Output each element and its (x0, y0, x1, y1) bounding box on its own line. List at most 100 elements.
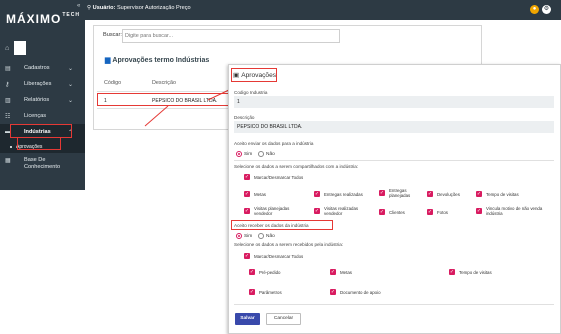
radio-label: Sim (244, 233, 253, 239)
highlight-receive-label (231, 220, 333, 230)
chart-icon: ▥ (5, 97, 11, 104)
receive-item-tempo-visitas[interactable]: ✓ Tempo de visitas (449, 269, 492, 275)
field-code[interactable]: 1 (234, 96, 554, 108)
send-item-entregas-realizadas[interactable]: ✓ Entregas realizadas (314, 191, 363, 197)
chevron-down-icon: ⌄ (68, 97, 74, 104)
bullet-icon (10, 145, 12, 148)
receive-radio-no[interactable]: Não (258, 233, 275, 239)
logo-suffix: TECH (62, 12, 80, 18)
license-icon: ☷ (5, 113, 11, 120)
sidebar-item-liberacoes[interactable]: ⚷ Liberações ⌄ (0, 76, 85, 92)
collapse-icon[interactable]: « (77, 3, 80, 9)
checkbox-checked-icon: ✓ (244, 253, 250, 259)
sidebar-item-licencas[interactable]: ☷ Licenças (0, 108, 85, 124)
receive-radio-yes[interactable]: Sim (236, 233, 252, 239)
send-item-clientes[interactable]: ✓ Clientes (379, 209, 405, 215)
send-item-visitas-planejadas[interactable]: ✓ Visitas planejadas vendedor (244, 206, 304, 216)
sidebar-item-base-conhecimento[interactable]: ▦ Base De Conhecimento (0, 153, 85, 179)
checkbox-checked-icon: ✓ (249, 269, 255, 275)
checkbox-label: Tempo de visitas (486, 191, 519, 197)
sidebar-item-label: Relatórios (24, 97, 50, 103)
highlight-industrias (10, 124, 72, 138)
sidebar-item-cadastros[interactable]: ▤ Cadastros ⌄ (0, 60, 85, 76)
checkbox-label: Visitas realizadas vendedor (324, 206, 359, 216)
document-icon: ▤ (5, 65, 11, 72)
receive-select-label: Selecione os dados a serem recebidos pel… (234, 242, 344, 247)
send-select-all[interactable]: ✓ Marcar/Desmarcar Todos (244, 174, 303, 180)
send-item-visitas-realizadas[interactable]: ✓ Visitas realizadas vendedor (314, 206, 372, 216)
send-item-entregas-planejadas[interactable]: ✓ Entregas planejadas (379, 188, 419, 198)
receive-select-all[interactable]: ✓ Marcar/Desmarcar Todos (244, 253, 303, 259)
checkbox-checked-icon: ✓ (244, 208, 250, 214)
send-item-motivo-nao-venda[interactable]: ✓ Vincula motivo de não venda indústria (476, 206, 548, 216)
send-item-metas[interactable]: ✓ Metas (244, 191, 266, 197)
checkbox-checked-icon: ✓ (449, 269, 455, 275)
cancel-button[interactable]: Cancelar (266, 313, 301, 325)
receive-item-metas[interactable]: ✓ Metas (330, 269, 352, 275)
send-item-devolucoes[interactable]: ✓ Devoluções (427, 191, 460, 197)
checkbox-label: Documento de apoio (340, 289, 381, 295)
factory-icon: ▆ (105, 57, 111, 64)
checkbox-label: Vincula motivo de não venda indústria (486, 206, 543, 216)
chevron-down-icon: ⌄ (68, 81, 74, 88)
checkbox-label: Parâmetros (259, 289, 282, 295)
divider (234, 160, 554, 161)
chevron-down-icon: ⌄ (68, 65, 74, 72)
radio-label: Não (266, 151, 275, 157)
sidebar-menu: ▤ Cadastros ⌄ ⚷ Liberações ⌄ ▥ Relatórios ⌄ ☷ L… (0, 60, 85, 179)
send-item-tempo-visitas[interactable]: ✓ Tempo de visitas (476, 191, 519, 197)
receive-item-parametros[interactable]: ✓ Parâmetros (249, 289, 282, 295)
user-name: Supervisor Autorização Preço (116, 5, 191, 11)
send-radio-yes[interactable]: Sim (236, 151, 252, 157)
sidebar-item-label: Licenças (24, 113, 47, 119)
field-description[interactable]: PEPSICO DO BRASIL LTDA. (234, 121, 554, 133)
checkbox-label: Clientes (389, 209, 405, 215)
checkbox-checked-icon: ✓ (244, 174, 250, 180)
checkbox-checked-icon: ✓ (476, 208, 482, 214)
checkbox-checked-icon: ✓ (330, 289, 336, 295)
checkbox-checked-icon: ✓ (379, 209, 385, 215)
checkbox-checked-icon: ✓ (244, 191, 250, 197)
send-select-label: Selecione os dados a serem compartilhado… (234, 164, 359, 169)
sidebar-item-label: Cadastros (24, 65, 50, 71)
user-icon: ⚲ (87, 5, 92, 11)
column-header-descricao[interactable]: Descrição (152, 80, 176, 86)
home-icon[interactable]: ⌂ (5, 45, 9, 52)
logo: MÁXIMOTECH (6, 12, 80, 26)
radio-icon (258, 233, 264, 239)
app-window: MÁXIMOTECH « ⌂ ▤ Cadastros ⌄ ⚷ Liberações ⌄ … (0, 0, 561, 334)
send-radio-no[interactable]: Não (258, 151, 275, 157)
checkbox-label: Metas (254, 191, 266, 197)
checkbox-checked-icon: ✓ (314, 208, 320, 214)
checkbox-label: Tempo de visitas (459, 269, 492, 275)
divider (234, 304, 554, 305)
field-desc-label: Descrição (234, 115, 255, 120)
receive-item-documento-apoio[interactable]: ✓ Documento de apoio (330, 289, 381, 295)
logo-text: MÁXIMO (6, 12, 62, 26)
checkbox-label: Marcar/Desmarcar Todos (254, 174, 304, 180)
field-code-label: Codigo Industria (234, 90, 268, 95)
highlight-modal-title (231, 68, 277, 82)
user-block: ⌂ (5, 41, 26, 59)
search-input[interactable] (122, 29, 340, 43)
save-button[interactable]: Salvar (235, 313, 260, 325)
checkbox-label: Marcar/Desmarcar Todos (254, 253, 304, 259)
notification-icon[interactable]: ● (530, 5, 539, 14)
checkbox-checked-icon: ✓ (330, 269, 336, 275)
column-header-codigo[interactable]: Código (104, 80, 121, 86)
key-icon: ⚷ (5, 81, 10, 88)
gear-icon[interactable]: ⚙ (542, 5, 551, 14)
sidebar-item-relatorios[interactable]: ▥ Relatórios ⌄ (0, 92, 85, 108)
page-title-text: Aprovações termo Indústrias (112, 57, 210, 64)
receive-item-pre-pedido[interactable]: ✓ Pré-pedido (249, 269, 280, 275)
highlight-aprovacoes (17, 137, 61, 150)
checkbox-label: Fotos (437, 209, 448, 215)
checkbox-checked-icon: ✓ (314, 191, 320, 197)
checkbox-checked-icon: ✓ (379, 190, 385, 196)
send-consent-label: Aceito enviar os dados para a indústria (234, 141, 314, 146)
highlight-row (97, 93, 233, 106)
user-info: ⚲ Usuário: Supervisor Autorização Preço (87, 5, 191, 11)
checkbox-label: Metas (340, 269, 352, 275)
checkbox-label: Devoluções (437, 191, 460, 197)
send-item-fotos[interactable]: ✓ Fotos (427, 209, 448, 215)
